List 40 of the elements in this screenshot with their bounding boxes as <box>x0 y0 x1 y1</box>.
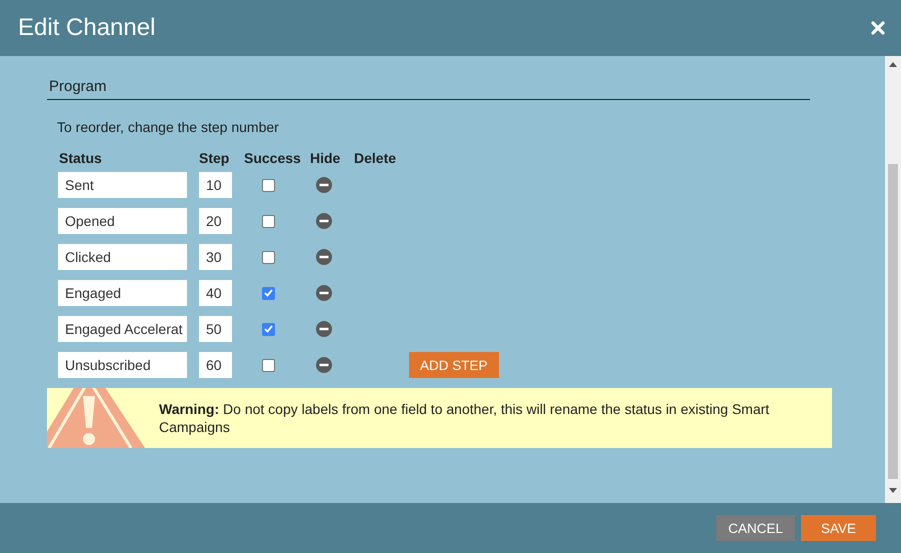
status-field[interactable]: Engaged <box>58 280 187 306</box>
step-field[interactable]: 10 <box>199 172 232 198</box>
dialog-title: Edit Channel <box>18 14 156 42</box>
status-field[interactable]: Opened <box>58 208 187 234</box>
success-checkbox[interactable] <box>262 322 275 336</box>
step-field[interactable]: 30 <box>199 244 232 270</box>
scrollbar-thumb[interactable] <box>888 164 898 479</box>
step-field[interactable]: 20 <box>199 208 232 234</box>
step-field[interactable]: 40 <box>199 280 232 306</box>
column-header: Status <box>59 150 102 166</box>
minus-circle-icon[interactable] <box>316 321 332 337</box>
section-label: Program <box>49 78 107 95</box>
success-checkbox[interactable] <box>262 214 275 228</box>
column-header: Step <box>199 150 230 166</box>
close-icon[interactable] <box>871 21 885 35</box>
cancel-button[interactable]: CANCEL <box>716 515 795 541</box>
minus-circle-icon[interactable] <box>316 285 332 301</box>
status-field[interactable]: Sent <box>58 172 187 198</box>
reorder-hint: To reorder, change the step number <box>57 119 280 135</box>
status-field[interactable]: Engaged Accelerat <box>58 316 187 342</box>
minus-circle-icon[interactable] <box>316 177 332 193</box>
status-field[interactable]: Clicked <box>58 244 187 270</box>
column-header: Delete <box>354 150 396 166</box>
minus-circle-icon[interactable] <box>316 213 332 229</box>
scrollbar[interactable] <box>885 56 901 503</box>
column-header: Success <box>244 150 301 166</box>
scroll-up-icon[interactable] <box>889 61 897 67</box>
minus-circle-icon[interactable] <box>316 357 332 373</box>
status-field[interactable]: Unsubscribed <box>58 352 187 378</box>
success-checkbox[interactable] <box>262 178 275 192</box>
success-checkbox[interactable] <box>262 250 275 264</box>
step-field[interactable]: 60 <box>199 352 232 378</box>
scroll-down-icon[interactable] <box>889 488 897 494</box>
warning-message: Warning: Do not copy labels from one field to another, this will rename the status in existing Smart Campaigns <box>159 400 770 437</box>
warning-triangle-icon <box>47 388 145 448</box>
minus-circle-icon[interactable] <box>316 249 332 265</box>
column-header: Hide <box>310 150 340 166</box>
success-checkbox[interactable] <box>262 358 275 372</box>
step-field[interactable]: 50 <box>199 316 232 342</box>
success-checkbox[interactable] <box>262 286 275 300</box>
